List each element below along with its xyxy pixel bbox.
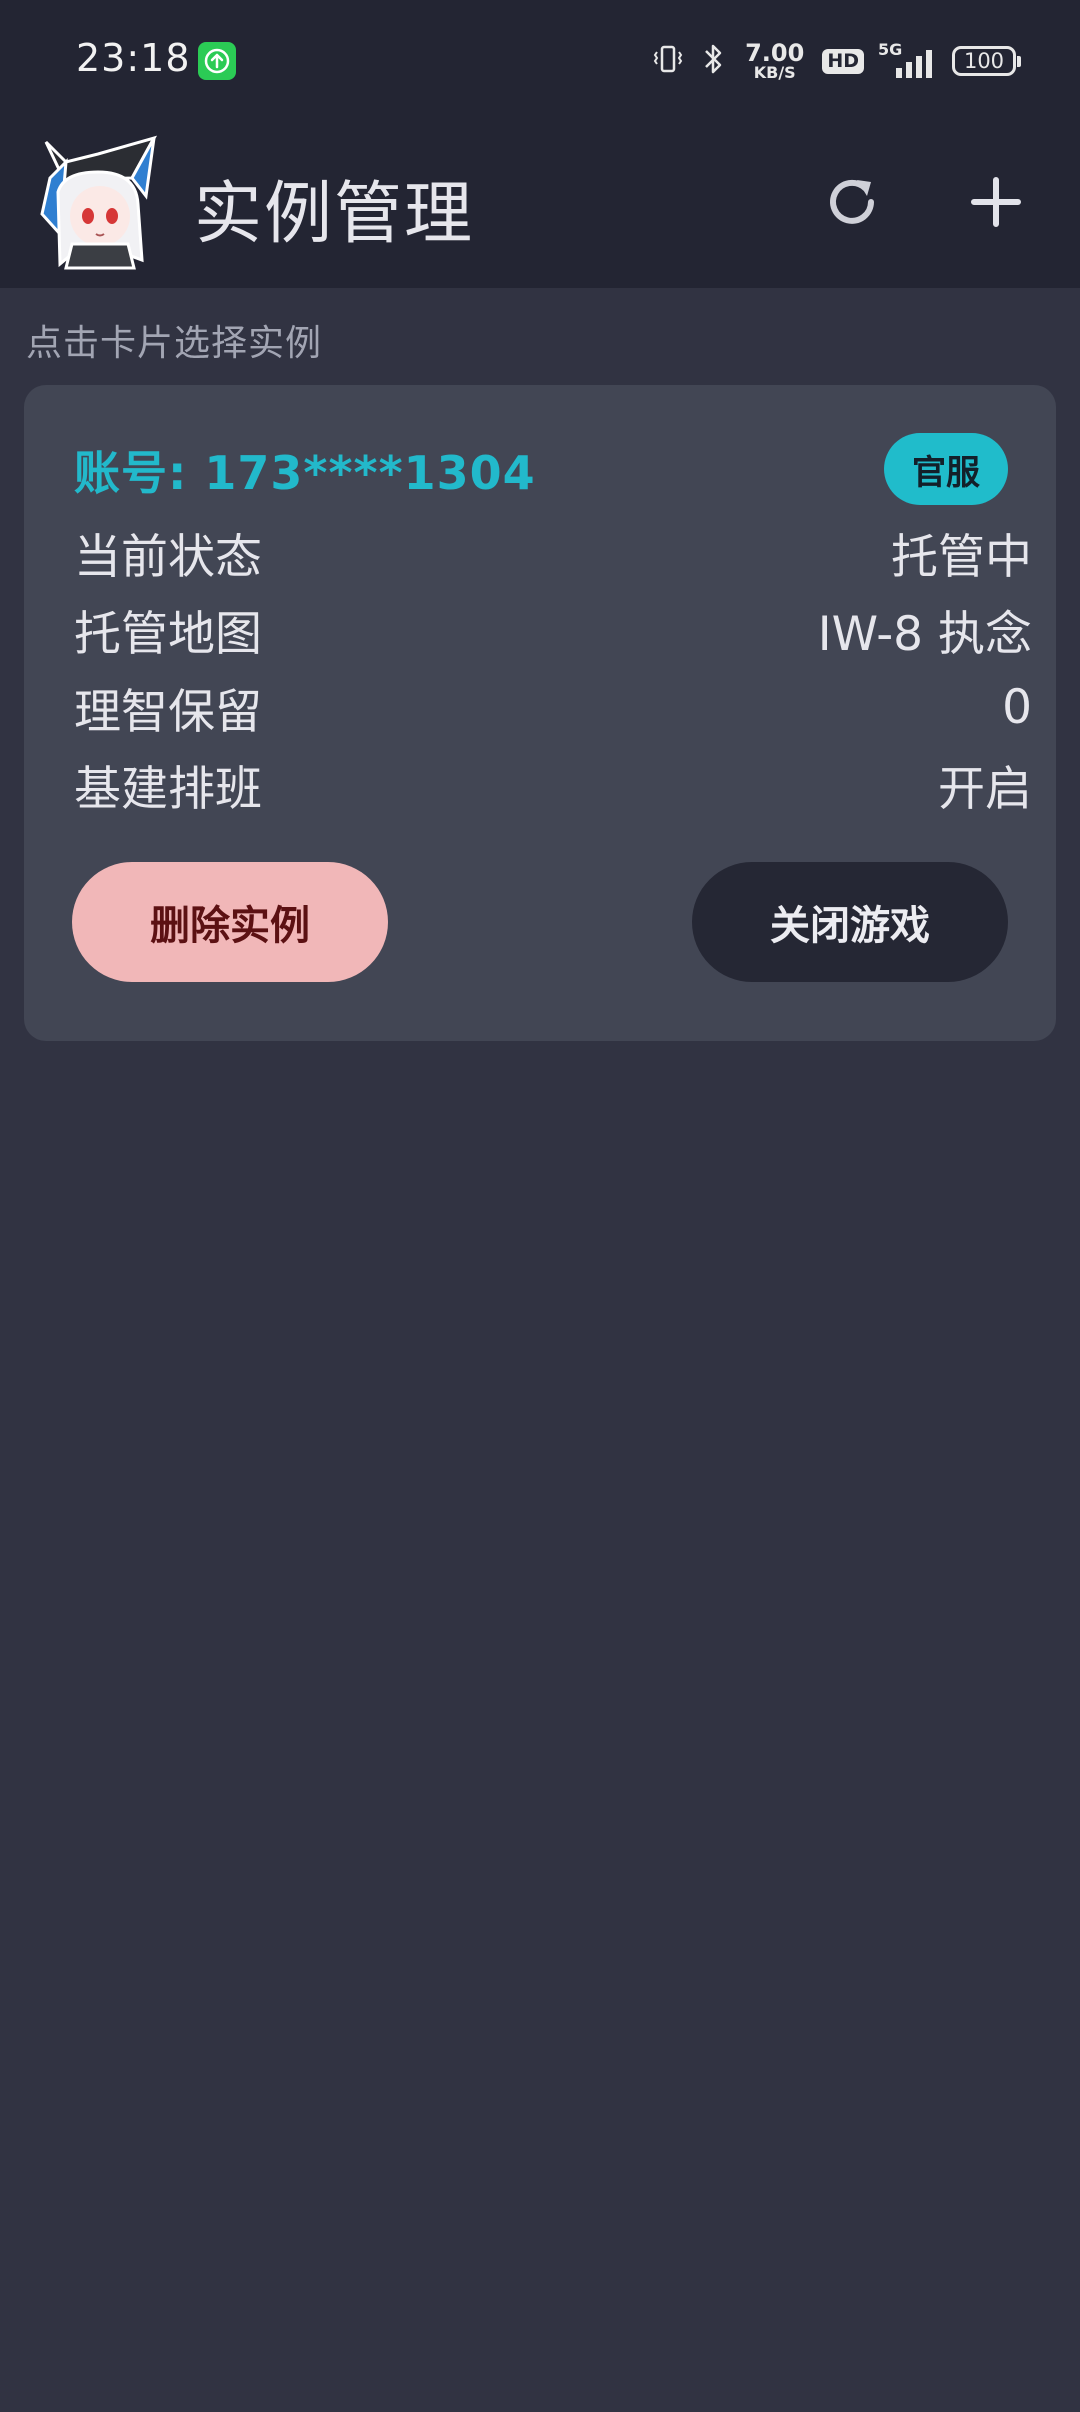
hd-badge: HD <box>822 48 864 74</box>
network-speed-unit: KB/S <box>753 63 796 82</box>
page-title: 实例管理 <box>194 175 475 254</box>
vibrate-icon <box>651 42 685 80</box>
add-instance-button[interactable] <box>946 154 1046 254</box>
plus-icon <box>970 176 1022 232</box>
info-row-map: 托管地图 IW-8 执念 <box>74 598 1032 662</box>
account-label: 账号: 173****1304 <box>74 446 536 500</box>
refresh-icon <box>822 172 882 236</box>
info-label-map: 托管地图 <box>74 606 262 662</box>
info-row-base-shift: 基建排班 开启 <box>74 753 1032 817</box>
select-instance-hint: 点击卡片选择实例 <box>26 323 323 364</box>
status-bar: 23:18 7.00 KB/S HD 5G 100 <box>0 0 1080 124</box>
refresh-button[interactable] <box>802 154 902 254</box>
info-label-sanity: 理智保留 <box>74 684 262 740</box>
app-avatar <box>36 134 162 270</box>
network-type: 5G <box>878 40 903 59</box>
signal-icon: 5G <box>878 40 932 78</box>
info-value-map: IW-8 执念 <box>817 606 1032 662</box>
info-label-base-shift: 基建排班 <box>74 761 262 817</box>
status-icons: 7.00 KB/S HD 5G 100 <box>651 38 1021 84</box>
info-row-status: 当前状态 托管中 <box>74 521 1032 585</box>
delete-instance-button[interactable]: 删除实例 <box>72 862 388 982</box>
info-label-status: 当前状态 <box>74 529 262 585</box>
status-time: 23:18 <box>76 36 191 80</box>
network-speed: 7.00 KB/S <box>745 41 804 81</box>
battery-indicator: 100 <box>952 46 1021 76</box>
upload-notification-icon <box>198 42 236 80</box>
info-value-status: 托管中 <box>891 529 1032 585</box>
bluetooth-icon <box>699 41 727 81</box>
info-value-base-shift: 开启 <box>938 761 1032 817</box>
close-game-button[interactable]: 关闭游戏 <box>692 862 1008 982</box>
network-speed-value: 7.00 <box>745 39 805 67</box>
app-bar: 实例管理 <box>0 124 1080 288</box>
server-badge: 官服 <box>884 433 1008 505</box>
info-value-sanity: 0 <box>1002 679 1032 735</box>
instance-card[interactable]: 账号: 173****1304 官服 当前状态 托管中 托管地图 IW-8 执念… <box>24 385 1056 1041</box>
battery-level: 100 <box>963 49 1005 73</box>
info-row-sanity: 理智保留 0 <box>74 676 1032 740</box>
